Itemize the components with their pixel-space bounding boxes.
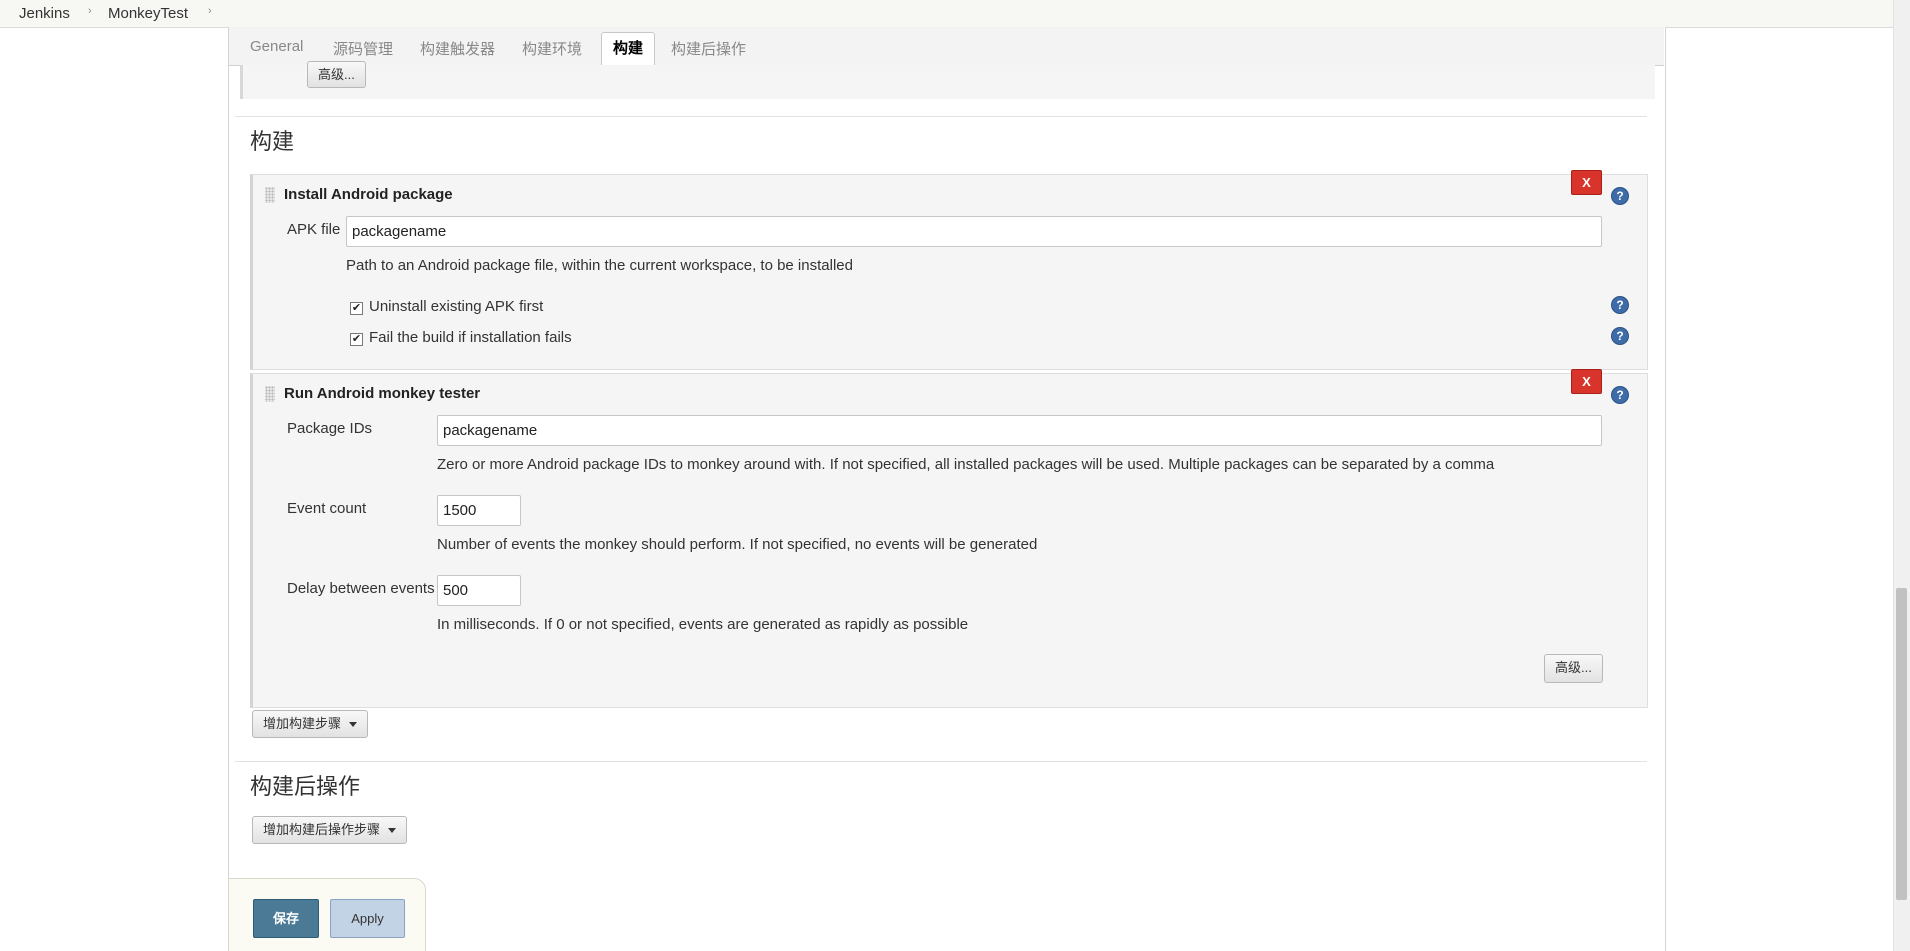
package-ids-input[interactable] bbox=[437, 415, 1602, 446]
drag-handle-icon[interactable] bbox=[265, 386, 275, 402]
chevron-down-icon bbox=[349, 722, 358, 728]
tab-post-build[interactable]: 构建后操作 bbox=[671, 38, 746, 59]
package-ids-label: Package IDs bbox=[287, 420, 373, 437]
uninstall-checkbox[interactable]: ✔ bbox=[350, 302, 363, 315]
fail-build-checkbox[interactable]: ✔ bbox=[350, 333, 363, 346]
chevron-down-icon bbox=[388, 828, 397, 834]
previous-section-strip bbox=[240, 65, 1655, 99]
add-post-build-step-label: 增加构建后操作步骤 bbox=[263, 822, 381, 837]
delay-description: In milliseconds. If 0 or not specified, … bbox=[437, 616, 969, 633]
breadcrumb-item-jenkins[interactable]: Jenkins bbox=[19, 5, 70, 22]
tab-build[interactable]: 构建 bbox=[601, 32, 656, 67]
step-title-install: Install Android package bbox=[284, 186, 453, 203]
help-icon[interactable]: ? bbox=[1612, 387, 1628, 403]
tab-build-env[interactable]: 构建环境 bbox=[522, 38, 582, 59]
help-icon[interactable]: ? bbox=[1612, 188, 1628, 204]
save-button[interactable]: 保存 bbox=[253, 899, 319, 938]
add-build-step-button[interactable]: 增加构建步骤 bbox=[252, 710, 369, 738]
add-build-step-label: 增加构建步骤 bbox=[263, 716, 342, 731]
delete-step-button[interactable]: X bbox=[1571, 369, 1602, 394]
delay-label: Delay between events bbox=[287, 580, 435, 597]
section-divider bbox=[235, 761, 1647, 762]
help-icon[interactable]: ? bbox=[1612, 297, 1628, 313]
step-title-monkey: Run Android monkey tester bbox=[284, 385, 481, 402]
breadcrumb-item-monkeytest[interactable]: MonkeyTest bbox=[108, 5, 188, 22]
tab-scm[interactable]: 源码管理 bbox=[333, 38, 393, 59]
add-post-build-step-button[interactable]: 增加构建后操作步骤 bbox=[252, 816, 408, 844]
help-icon[interactable]: ? bbox=[1612, 328, 1628, 344]
apk-file-input[interactable] bbox=[346, 216, 1602, 247]
fail-build-checkbox-label: Fail the build if installation fails bbox=[369, 329, 572, 346]
drag-handle-icon[interactable] bbox=[265, 187, 275, 203]
build-section-title: 构建 bbox=[250, 129, 295, 154]
package-ids-description: Zero or more Android package IDs to monk… bbox=[437, 456, 1495, 473]
post-build-section-title: 构建后操作 bbox=[250, 774, 361, 799]
event-count-label: Event count bbox=[287, 500, 367, 517]
delay-input[interactable] bbox=[437, 575, 521, 606]
tab-triggers[interactable]: 构建触发器 bbox=[420, 38, 495, 59]
uninstall-checkbox-label: Uninstall existing APK first bbox=[369, 298, 544, 315]
event-count-input[interactable] bbox=[437, 495, 521, 526]
apk-file-label: APK file bbox=[287, 221, 341, 238]
breadcrumb: Jenkins › MonkeyTest › bbox=[0, 0, 1910, 28]
event-count-description: Number of events the monkey should perfo… bbox=[437, 536, 1038, 553]
tab-general[interactable]: General bbox=[250, 38, 303, 55]
apk-file-description: Path to an Android package file, within … bbox=[346, 257, 853, 274]
advanced-button[interactable]: 高级... bbox=[1544, 654, 1603, 683]
scrollbar-thumb[interactable] bbox=[1896, 588, 1907, 900]
delete-step-button[interactable]: X bbox=[1571, 170, 1602, 195]
breadcrumb-separator: › bbox=[208, 5, 212, 17]
advanced-button-top[interactable]: 高级... bbox=[307, 61, 366, 88]
section-divider bbox=[235, 116, 1647, 117]
apply-button[interactable]: Apply bbox=[330, 899, 405, 938]
breadcrumb-separator: › bbox=[88, 5, 92, 17]
